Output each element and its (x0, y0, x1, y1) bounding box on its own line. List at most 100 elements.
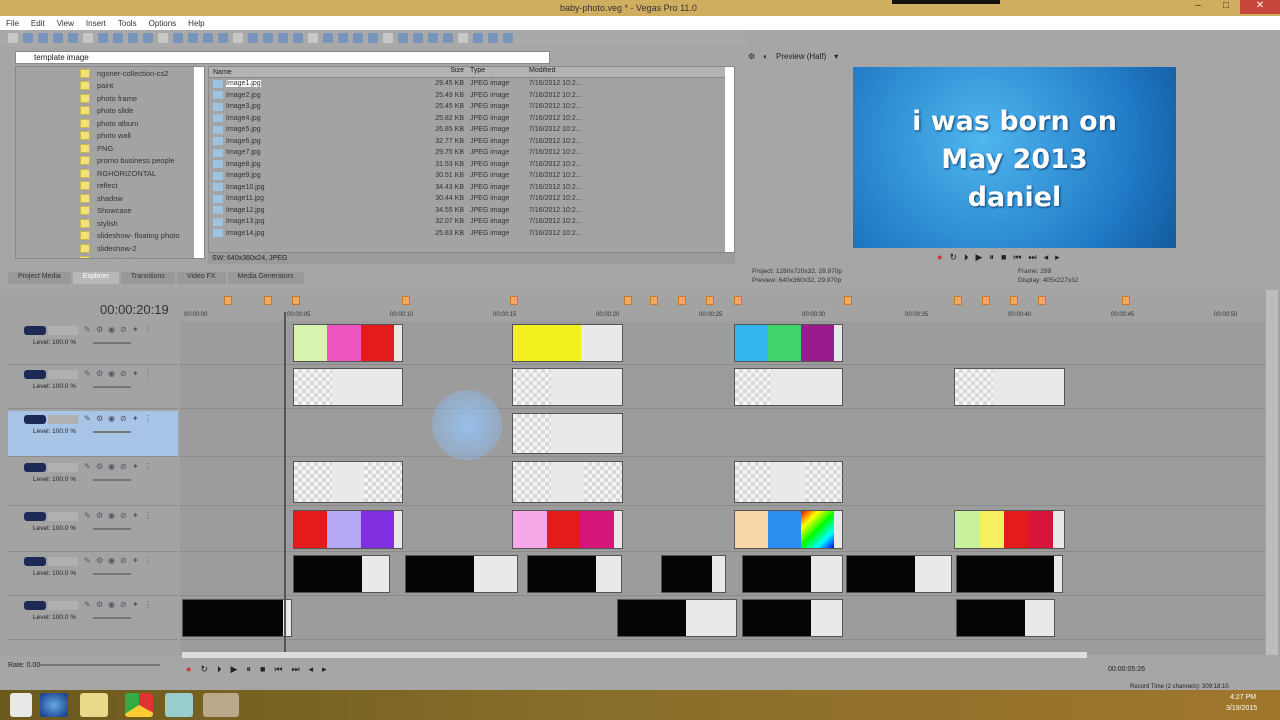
marker-flag[interactable] (678, 296, 686, 305)
menu-file[interactable]: File (6, 19, 19, 28)
marker-flag[interactable] (982, 296, 990, 305)
toolbar-button-icon[interactable] (38, 33, 48, 43)
tree-folder[interactable]: photo album (16, 117, 204, 130)
timeline-vertical-scrollbar[interactable] (1266, 290, 1278, 655)
tree-folder[interactable]: shadow (16, 192, 204, 205)
toolbar-button-icon[interactable] (428, 33, 438, 43)
marker-flag[interactable] (650, 296, 658, 305)
track-button-icon[interactable]: ⊘ (120, 369, 127, 378)
track-level-slider[interactable] (93, 573, 131, 575)
toolbar-button-icon[interactable] (398, 33, 408, 43)
timeline-clip[interactable] (293, 510, 403, 549)
track-button-icon[interactable]: ◉ (108, 511, 115, 520)
column-type[interactable]: Type (464, 67, 529, 77)
marker-flag[interactable] (954, 296, 962, 305)
next-frame-icon[interactable]: ▸ (322, 664, 327, 675)
track-header[interactable]: ✎ ⚙ ◉ ⊘ ✦ ⋮ Level: 100.0 % (8, 366, 178, 409)
file-row[interactable]: Image7.jpg 29.75 KB JPEG image 7/16/2012 10… (209, 147, 734, 159)
track-name-field[interactable] (48, 557, 78, 566)
toolbar-button-icon[interactable] (308, 33, 318, 43)
track-button-icon[interactable]: ⚙ (96, 511, 103, 520)
tree-folder[interactable]: paint (16, 80, 204, 93)
toolbar-button-icon[interactable] (158, 33, 168, 43)
file-row[interactable]: Image5.jpg 26.85 KB JPEG image 7/16/2012 10… (209, 124, 734, 136)
track-button-icon[interactable]: ✎ (84, 462, 91, 471)
marker-flag[interactable] (224, 296, 232, 305)
marker-flag[interactable] (510, 296, 518, 305)
marker-flag[interactable] (734, 296, 742, 305)
timeline-clip[interactable] (742, 599, 843, 637)
minimize-button[interactable]: – (1184, 0, 1212, 14)
prev-frame-icon[interactable]: ◂ (1044, 252, 1049, 263)
toolbar-button-icon[interactable] (443, 33, 453, 43)
menu-view[interactable]: View (57, 19, 74, 28)
timeline-clip[interactable] (512, 413, 623, 454)
timeline-clip[interactable] (527, 555, 622, 593)
timeline-clip[interactable] (182, 599, 292, 637)
close-button[interactable]: ✕ (1240, 0, 1280, 14)
toolbar-button-icon[interactable] (113, 33, 123, 43)
toolbar-button-icon[interactable] (8, 33, 18, 43)
prev-frame-icon[interactable]: ◂ (309, 664, 314, 675)
tree-folder[interactable]: photo slide (16, 105, 204, 118)
toolbar-button-icon[interactable] (488, 33, 498, 43)
tree-folder[interactable]: stylish (16, 217, 204, 230)
go-to-end-icon[interactable]: ⏭ (1028, 252, 1036, 263)
tree-folder[interactable]: photo frame (16, 92, 204, 105)
toolbar-button-icon[interactable] (248, 33, 258, 43)
internet-explorer-icon[interactable] (40, 693, 68, 717)
track-name-field[interactable] (48, 326, 78, 335)
track-level-slider[interactable] (93, 342, 131, 344)
track-button-icon[interactable]: ⊘ (120, 600, 127, 609)
track-level-slider[interactable] (93, 617, 131, 619)
file-row[interactable]: Image14.jpg 25.83 KB JPEG image 7/16/2012 1… (209, 228, 734, 240)
track-header[interactable]: ✎ ⚙ ◉ ⊘ ✦ ⋮ Level: 100.0 % (8, 508, 178, 552)
tree-folder[interactable]: PNG (16, 142, 204, 155)
toolbar-button-icon[interactable] (128, 33, 138, 43)
toolbar-button-icon[interactable] (263, 33, 273, 43)
gear-icon[interactable]: ⚙ (748, 52, 755, 61)
menu-options[interactable]: Options (149, 19, 177, 28)
track-button-icon[interactable]: ⋮ (144, 325, 152, 334)
tab-explorer[interactable]: Explorer (72, 272, 119, 284)
marker-flag[interactable] (706, 296, 714, 305)
record-icon[interactable]: ● (937, 252, 942, 263)
marker-flag[interactable] (624, 296, 632, 305)
marker-flag[interactable] (1010, 296, 1018, 305)
track-level-slider[interactable] (93, 386, 131, 388)
timeline-clip[interactable] (405, 555, 518, 593)
track-button-icon[interactable]: ✦ (132, 462, 139, 471)
track-button-icon[interactable]: ⚙ (96, 556, 103, 565)
toolbar-button-icon[interactable] (68, 33, 78, 43)
marker-flag[interactable] (844, 296, 852, 305)
tab-video-fx[interactable]: Video FX (176, 272, 226, 284)
track-button-icon[interactable]: ⋮ (144, 462, 152, 471)
menu-edit[interactable]: Edit (31, 19, 45, 28)
track-button-icon[interactable]: ⋮ (144, 369, 152, 378)
track-button-icon[interactable]: ✦ (132, 369, 139, 378)
column-name[interactable]: Name (209, 67, 429, 77)
marker-flag[interactable] (402, 296, 410, 305)
toolbar-button-icon[interactable] (383, 33, 393, 43)
timeline-clip[interactable] (293, 368, 403, 406)
track-button-icon[interactable]: ◉ (108, 369, 115, 378)
track-button-icon[interactable]: ◉ (108, 600, 115, 609)
go-to-start-icon[interactable]: ⏮ (1013, 252, 1021, 263)
play-from-start-icon[interactable]: ⏵ (217, 664, 222, 675)
tab-media-generators[interactable]: Media Generators (227, 272, 304, 284)
record-icon[interactable]: ● (186, 664, 191, 675)
track-level-slider[interactable] (93, 431, 131, 433)
file-row[interactable]: Image10.jpg 34.43 KB JPEG image 7/16/2012 1… (209, 182, 734, 194)
toolbar-button-icon[interactable] (293, 33, 303, 43)
timeline-clip[interactable] (956, 555, 1063, 593)
track-name-field[interactable] (48, 601, 78, 610)
tree-folder[interactable]: Showcase (16, 205, 204, 218)
tree-folder[interactable]: reflect (16, 180, 204, 193)
tab-transitions[interactable]: Transitions (120, 272, 175, 284)
toolbar-button-icon[interactable] (143, 33, 153, 43)
track-name-field[interactable] (48, 370, 78, 379)
playhead[interactable] (284, 312, 286, 652)
toolbar-button-icon[interactable] (368, 33, 378, 43)
timeline-clip[interactable] (661, 555, 726, 593)
timeline-clip[interactable] (617, 599, 737, 637)
